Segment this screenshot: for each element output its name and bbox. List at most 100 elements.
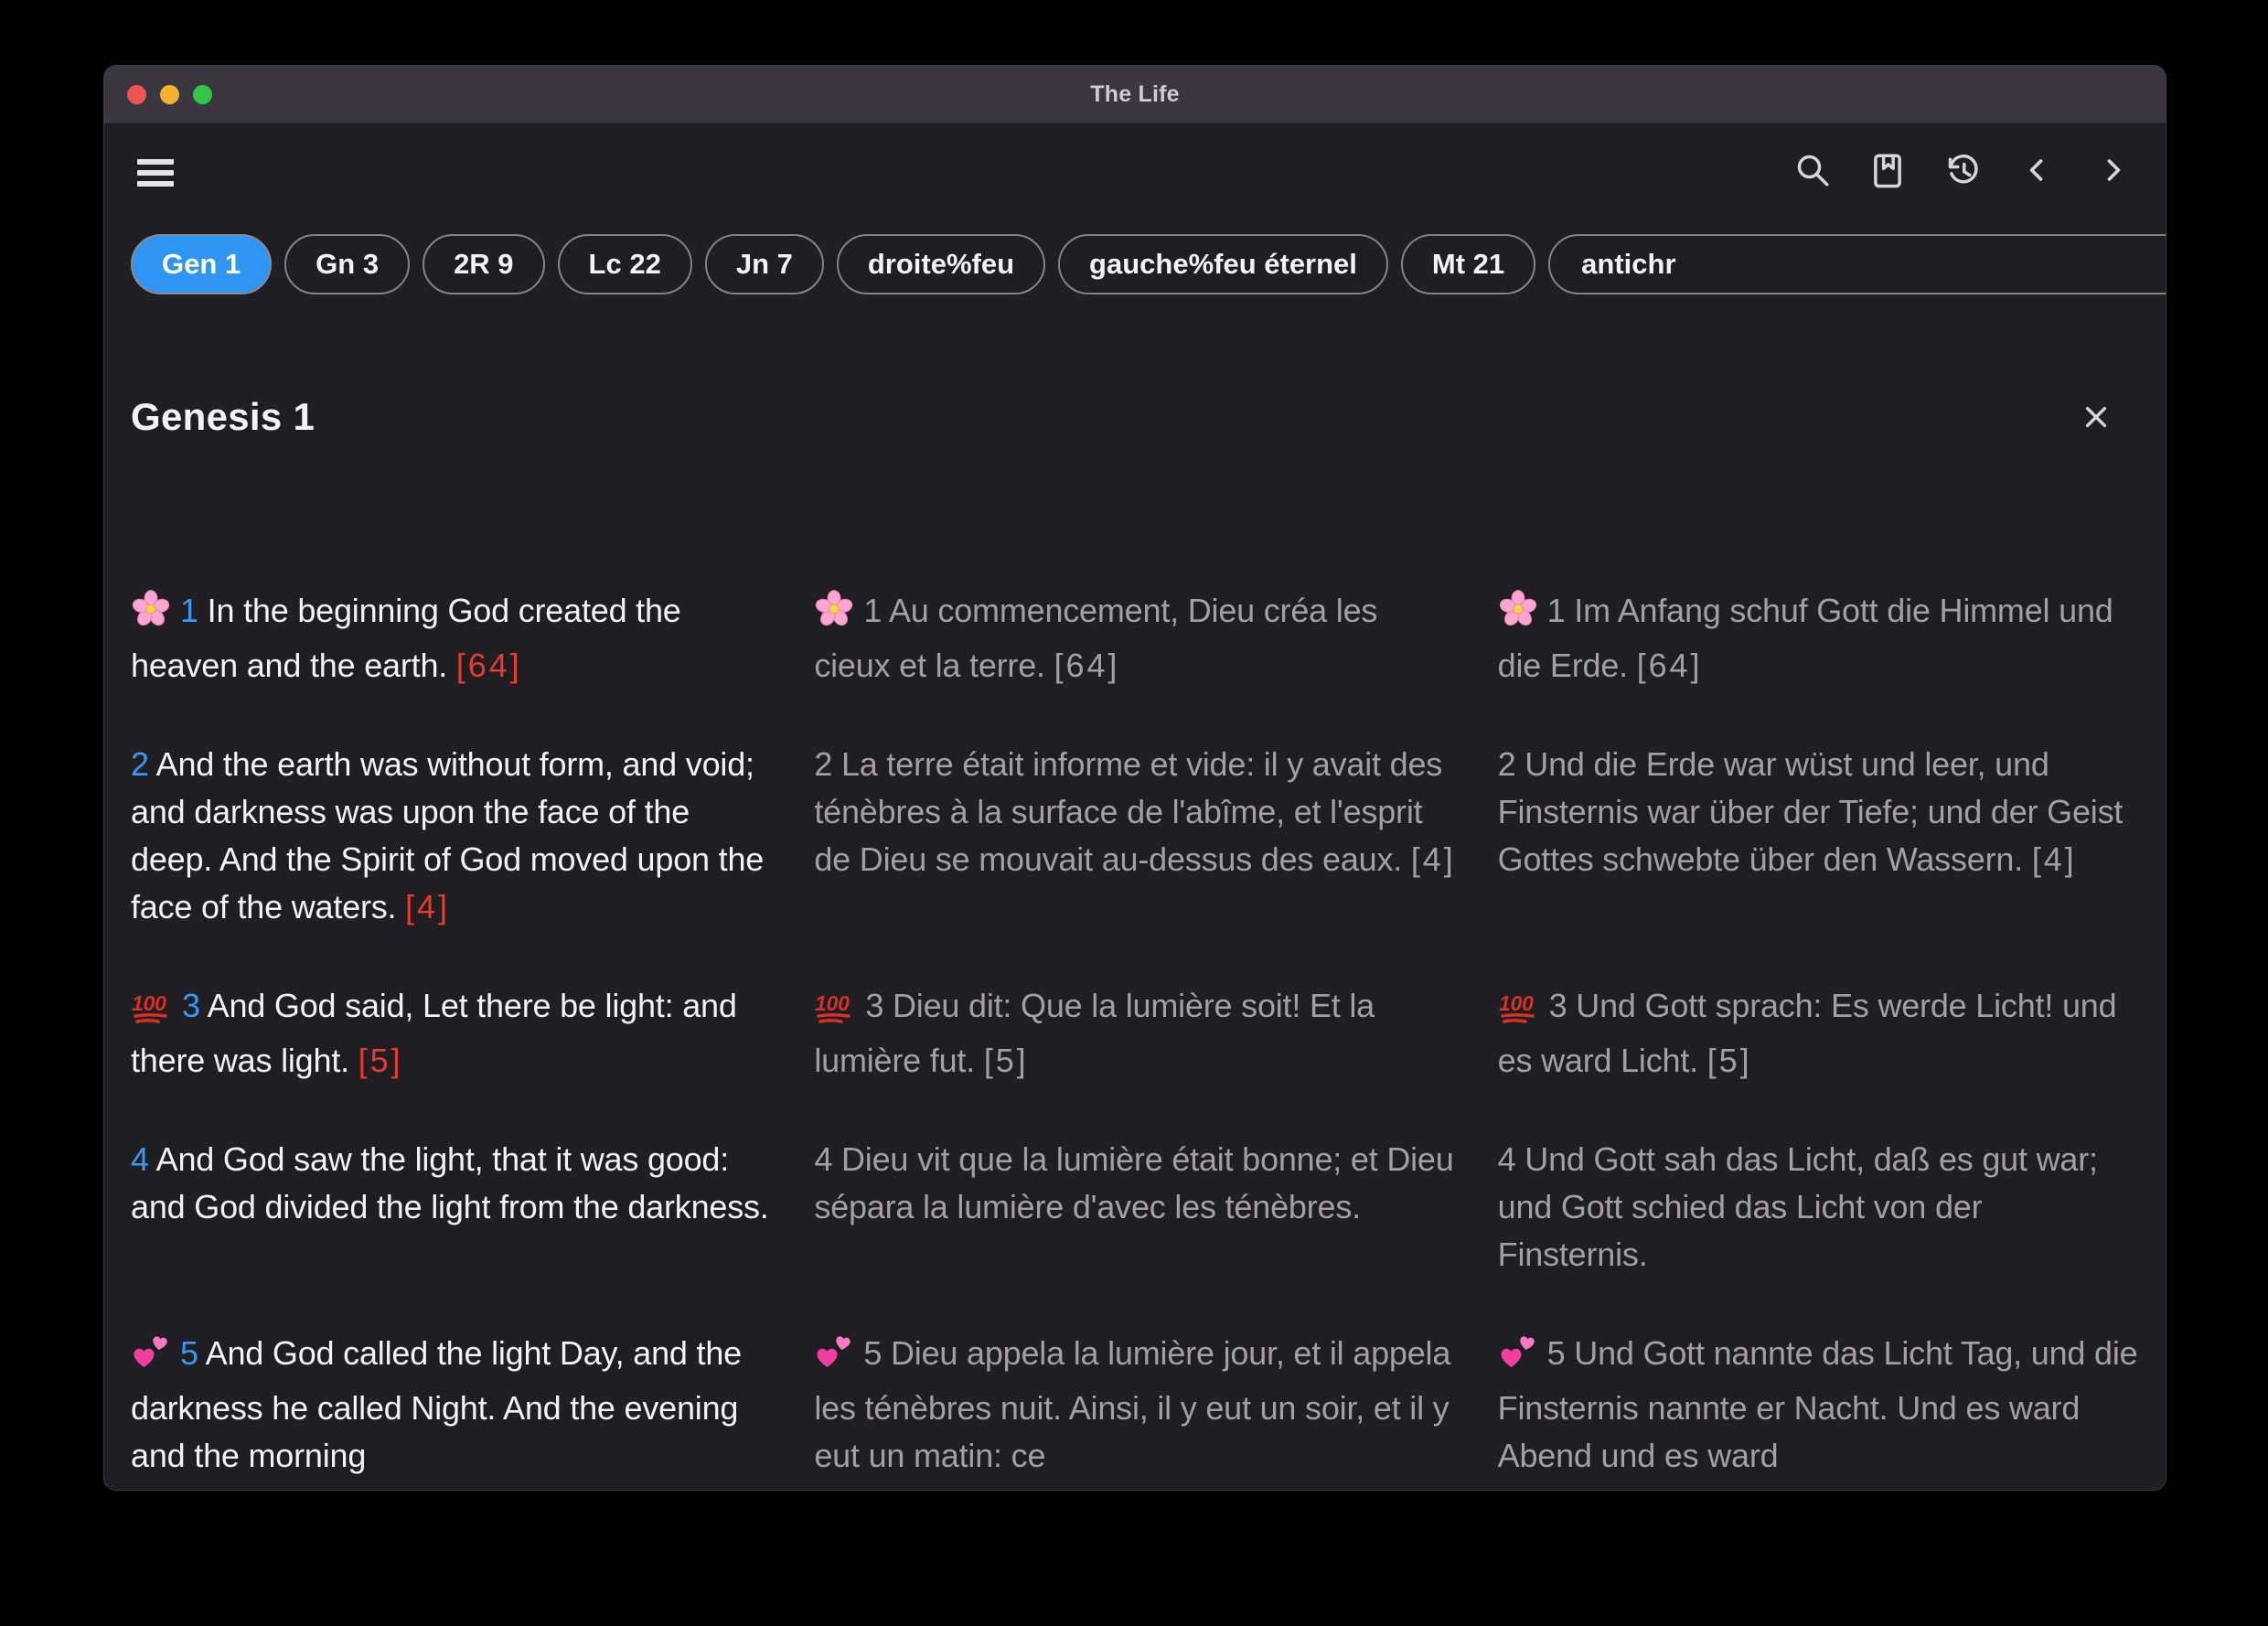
verse-4-de: 4 Und Gott sah das Licht, daß es gut war… (1498, 1136, 2139, 1278)
history-button[interactable] (1941, 148, 1984, 192)
hundred-points-emoji-icon: 100 (1498, 990, 1540, 1037)
chevron-right-icon (2097, 155, 2128, 186)
tab-2r-9[interactable]: 2R 9 (423, 234, 544, 294)
verse-number: 5 (1547, 1334, 1566, 1372)
verse-number: 3 (1549, 987, 1567, 1024)
verse-text: Und Gott sah das Licht, daß es gut war; … (1498, 1140, 2098, 1273)
verse-number: 1 (1547, 592, 1566, 629)
page-background: The Life (0, 0, 2268, 1626)
tab-label: 2R 9 (454, 248, 513, 281)
tab-label: Lc 22 (589, 248, 661, 281)
cherry-blossom-emoji-icon (1498, 589, 1538, 642)
verse-number: 4 (131, 1140, 149, 1178)
search-icon (1793, 151, 1832, 189)
search-button[interactable] (1791, 148, 1835, 192)
verse-3-en: 1003 And God said, Let there be light: a… (131, 982, 772, 1085)
verse-4-fr: 4 Dieu vit que la lumière était bonne; e… (814, 1136, 1455, 1278)
verse-2-en: 2 And the earth was without form, and vo… (131, 741, 772, 931)
verse-4-en: 4 And God saw the light, that it was goo… (131, 1136, 772, 1278)
two-hearts-emoji-icon (814, 1335, 854, 1385)
bookmarks-button[interactable] (1866, 148, 1910, 192)
zoom-window-button[interactable] (193, 85, 212, 104)
chapter-header: Genesis 1 (131, 395, 2127, 459)
verse-number: 5 (863, 1334, 882, 1372)
tab-antichr[interactable]: antichr (1548, 234, 2166, 294)
minimize-window-button[interactable] (160, 85, 179, 104)
verse-text: Dieu dit: Que la lumière soit! Et la lum… (814, 987, 1375, 1079)
window-title: The Life (1090, 81, 1179, 108)
tab-droite-feu[interactable]: droite%feu (837, 234, 1045, 294)
verse-number: 5 (180, 1334, 198, 1372)
verse-text: In the beginning God created the heaven … (131, 592, 681, 684)
traffic-lights (127, 66, 212, 123)
toolbar (104, 124, 2166, 232)
close-icon (2081, 402, 2111, 432)
verse-text: And God called the light Day, and the da… (131, 1334, 742, 1474)
verse-text: La terre était informe et vide: il y ava… (814, 745, 1442, 878)
verse-reference: [4] (2032, 840, 2077, 878)
tab-label: Gen 1 (162, 248, 241, 281)
svg-text:100: 100 (132, 991, 166, 1015)
tab-label: Mt 21 (1432, 248, 1504, 281)
app-window: The Life (103, 65, 2166, 1491)
svg-text:100: 100 (815, 991, 850, 1015)
chapter-title: Genesis 1 (131, 395, 315, 438)
verse-text: Dieu appela la lumière jour, et il appel… (814, 1334, 1450, 1474)
verse-reference: [5] (358, 1042, 403, 1079)
verse-1-en: 1 In the beginning God created the heave… (131, 587, 772, 690)
verse-number: 1 (863, 592, 882, 629)
verse-reference: [5] (1707, 1042, 1752, 1079)
tab-lc-22[interactable]: Lc 22 (558, 234, 692, 294)
hundred-points-emoji-icon: 100 (131, 990, 173, 1037)
verse-5-fr: 5 Dieu appela la lumière jour, et il app… (814, 1330, 1455, 1480)
hundred-points-emoji-icon: 100 (814, 990, 856, 1037)
tab-label: Gn 3 (316, 248, 379, 281)
verse-text: Und Gott sprach: Es werde Licht! und es … (1498, 987, 2117, 1079)
verse-text: Und die Erde war wüst und leer, und Fins… (1498, 745, 2124, 878)
close-chapter-button[interactable] (2076, 397, 2116, 437)
verse-number: 2 (1498, 745, 1516, 783)
tab-mt-21[interactable]: Mt 21 (1401, 234, 1535, 294)
verse-reference: [4] (1411, 840, 1456, 878)
toolbar-icons (1791, 148, 2134, 192)
close-window-button[interactable] (127, 85, 146, 104)
verse-2-fr: 2 La terre était informe et vide: il y a… (814, 741, 1455, 931)
tab-label: Jn 7 (736, 248, 793, 281)
verse-number: 2 (814, 745, 832, 783)
chevron-left-icon (2022, 155, 2053, 186)
verse-text: Und Gott nannte das Licht Tag, und die F… (1498, 1334, 2138, 1474)
history-icon (1943, 151, 1982, 189)
titlebar: The Life (104, 66, 2166, 123)
cherry-blossom-emoji-icon (814, 589, 854, 642)
verse-text: And God said, Let there be light: and th… (131, 987, 737, 1079)
verse-text: And God saw the light, that it was good:… (131, 1140, 769, 1225)
verse-number: 3 (865, 987, 883, 1024)
verse-reference: [64] (1637, 647, 1703, 684)
verse-number: 4 (814, 1140, 832, 1178)
verse-1-de: 1 Im Anfang schuf Gott die Himmel und di… (1498, 587, 2139, 690)
verse-2-de: 2 Und die Erde war wüst und leer, und Fi… (1498, 741, 2139, 931)
verses-grid: 1 In the beginning God created the heave… (131, 587, 2139, 1480)
two-hearts-emoji-icon (131, 1335, 171, 1385)
verse-3-fr: 100 3 Dieu dit: Que la lumière soit! Et l… (814, 982, 1455, 1085)
verse-5-de: 5 Und Gott nannte das Licht Tag, und die… (1498, 1330, 2139, 1480)
tab-gn-3[interactable]: Gn 3 (284, 234, 410, 294)
hamburger-icon (137, 159, 174, 165)
back-button[interactable] (2016, 148, 2059, 192)
tab-label: droite%feu (868, 248, 1014, 281)
tab-gauche-feu-ternel[interactable]: gauche%feu éternel (1058, 234, 1388, 294)
svg-text:100: 100 (1499, 991, 1534, 1015)
tab-gen-1[interactable]: Gen 1 (131, 234, 272, 294)
verse-reference: [5] (984, 1042, 1029, 1079)
forward-button[interactable] (2091, 148, 2134, 192)
cherry-blossom-emoji-icon (131, 589, 171, 642)
verse-reference: [64] (456, 647, 522, 684)
two-hearts-emoji-icon (1498, 1335, 1538, 1385)
verse-3-de: 100 3 Und Gott sprach: Es werde Licht! un… (1498, 982, 2139, 1085)
tab-bar: Gen 1 Gn 3 2R 9 Lc 22 Jn 7 droite%feu gauche%f… (131, 232, 2166, 296)
verse-text: Im Anfang schuf Gott die Himmel und die … (1498, 592, 2113, 684)
verse-5-en: 5 And God called the light Day, and the … (131, 1330, 772, 1480)
menu-button[interactable] (137, 159, 174, 187)
tab-jn-7[interactable]: Jn 7 (705, 234, 824, 294)
verse-1-fr: 1 Au commencement, Dieu créa les cieux e… (814, 587, 1455, 690)
